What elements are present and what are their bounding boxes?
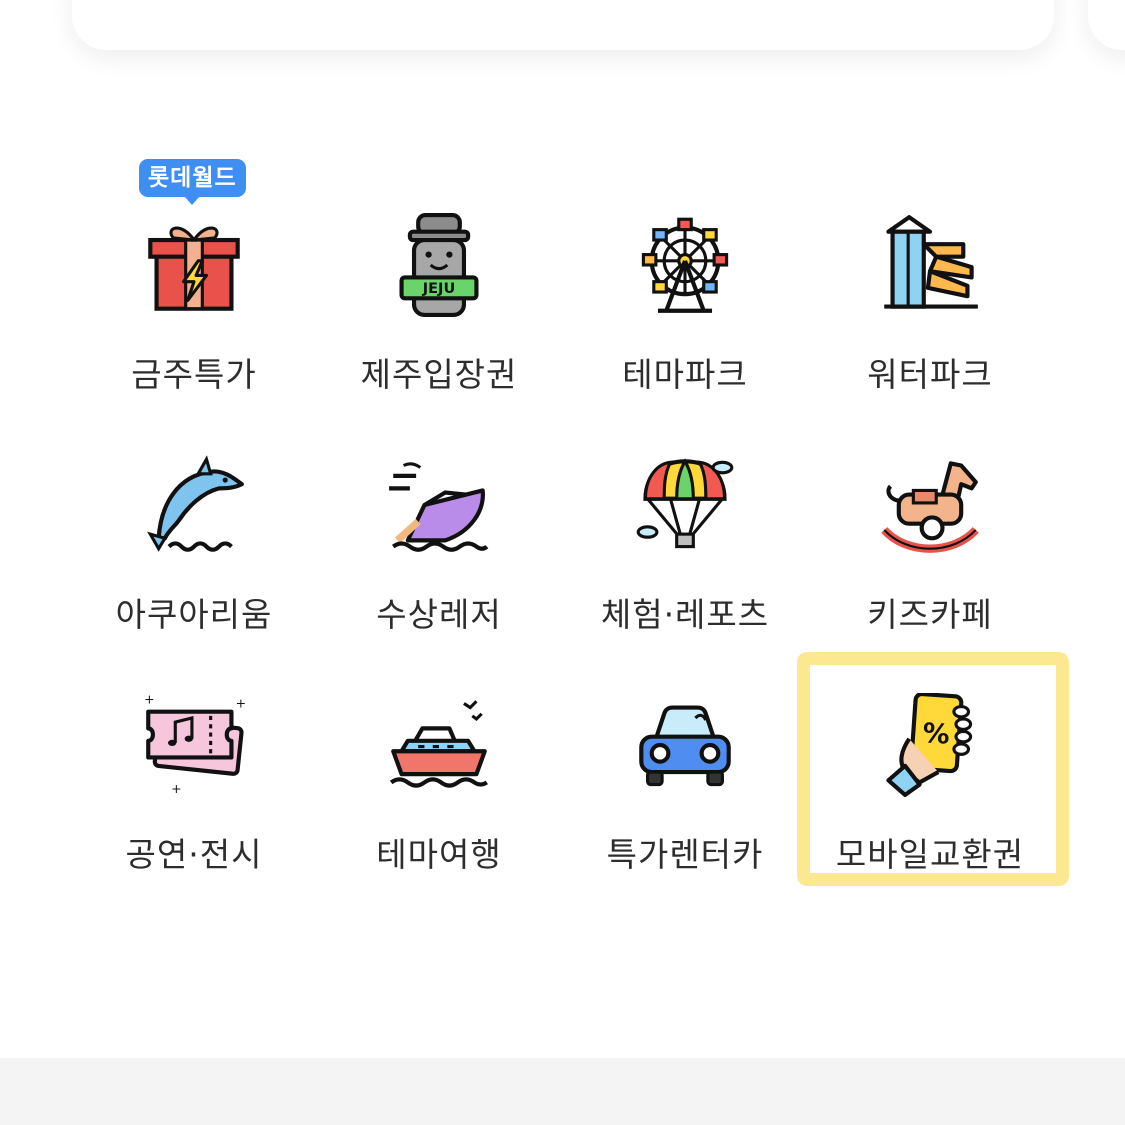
category-kids-cafe[interactable]: 키즈카페 <box>807 450 1053 680</box>
category-label: 테마파크 <box>622 355 748 394</box>
svg-text:+: + <box>236 696 246 711</box>
category-aquarium[interactable]: 아쿠아리움 <box>71 450 317 680</box>
category-theme-travel[interactable]: 테마여행 <box>316 690 562 920</box>
next-card-peek <box>1088 0 1125 50</box>
section-divider <box>0 1058 1125 1125</box>
ticket-icon: + + + <box>139 690 249 800</box>
svg-text:+: + <box>171 781 181 796</box>
category-mobile-voucher[interactable]: % 모바일교환권 <box>807 690 1053 920</box>
rocking-horse-icon <box>875 450 985 560</box>
parachute-icon <box>630 450 740 560</box>
category-weekly-deal[interactable]: 금주특가 <box>71 210 317 440</box>
category-label: 워터파크 <box>867 355 993 394</box>
jeju-stone-statue-icon: JEJU <box>384 210 494 320</box>
category-label: 특가렌터카 <box>606 835 764 874</box>
svg-text:%: % <box>922 718 951 751</box>
category-water-park[interactable]: 워터파크 <box>807 210 1053 440</box>
gift-flash-icon <box>139 210 249 320</box>
category-experience-sports[interactable]: 체험·레포츠 <box>562 450 808 680</box>
water-slide-icon <box>875 210 985 320</box>
speedboat-icon <box>384 450 494 560</box>
category-theme-park[interactable]: 테마파크 <box>562 210 808 440</box>
category-label: 모바일교환권 <box>835 835 1025 874</box>
top-card <box>72 0 1054 50</box>
category-label: 공연·전시 <box>125 835 263 874</box>
dolphin-icon <box>139 450 249 560</box>
category-label: 키즈카페 <box>867 595 993 634</box>
ferris-wheel-icon <box>630 210 740 320</box>
category-label: 금주특가 <box>131 355 257 394</box>
category-label: 체험·레포츠 <box>600 595 770 634</box>
lotte-world-badge: 롯데월드 <box>139 159 246 205</box>
category-label: 테마여행 <box>376 835 502 874</box>
category-label: 아쿠아리움 <box>115 595 273 634</box>
mobile-coupon-icon: % <box>875 690 985 800</box>
category-label: 제주입장권 <box>360 355 518 394</box>
jeju-sign-text: JEJU <box>422 280 456 297</box>
category-rental-car[interactable]: 특가렌터카 <box>562 690 808 920</box>
category-page: 금주특가 JEJU 제주입장권 테마파크 워터파크 아쿠아리움 수상레저 체험·… <box>0 0 1125 1125</box>
svg-text:+: + <box>144 693 154 706</box>
category-show-exhibition[interactable]: + + + 공연·전시 <box>71 690 317 920</box>
car-icon <box>630 690 740 800</box>
category-water-leisure[interactable]: 수상레저 <box>316 450 562 680</box>
category-jeju-ticket[interactable]: JEJU 제주입장권 <box>316 210 562 440</box>
category-label: 수상레저 <box>376 595 502 634</box>
cruise-ship-icon <box>384 690 494 800</box>
